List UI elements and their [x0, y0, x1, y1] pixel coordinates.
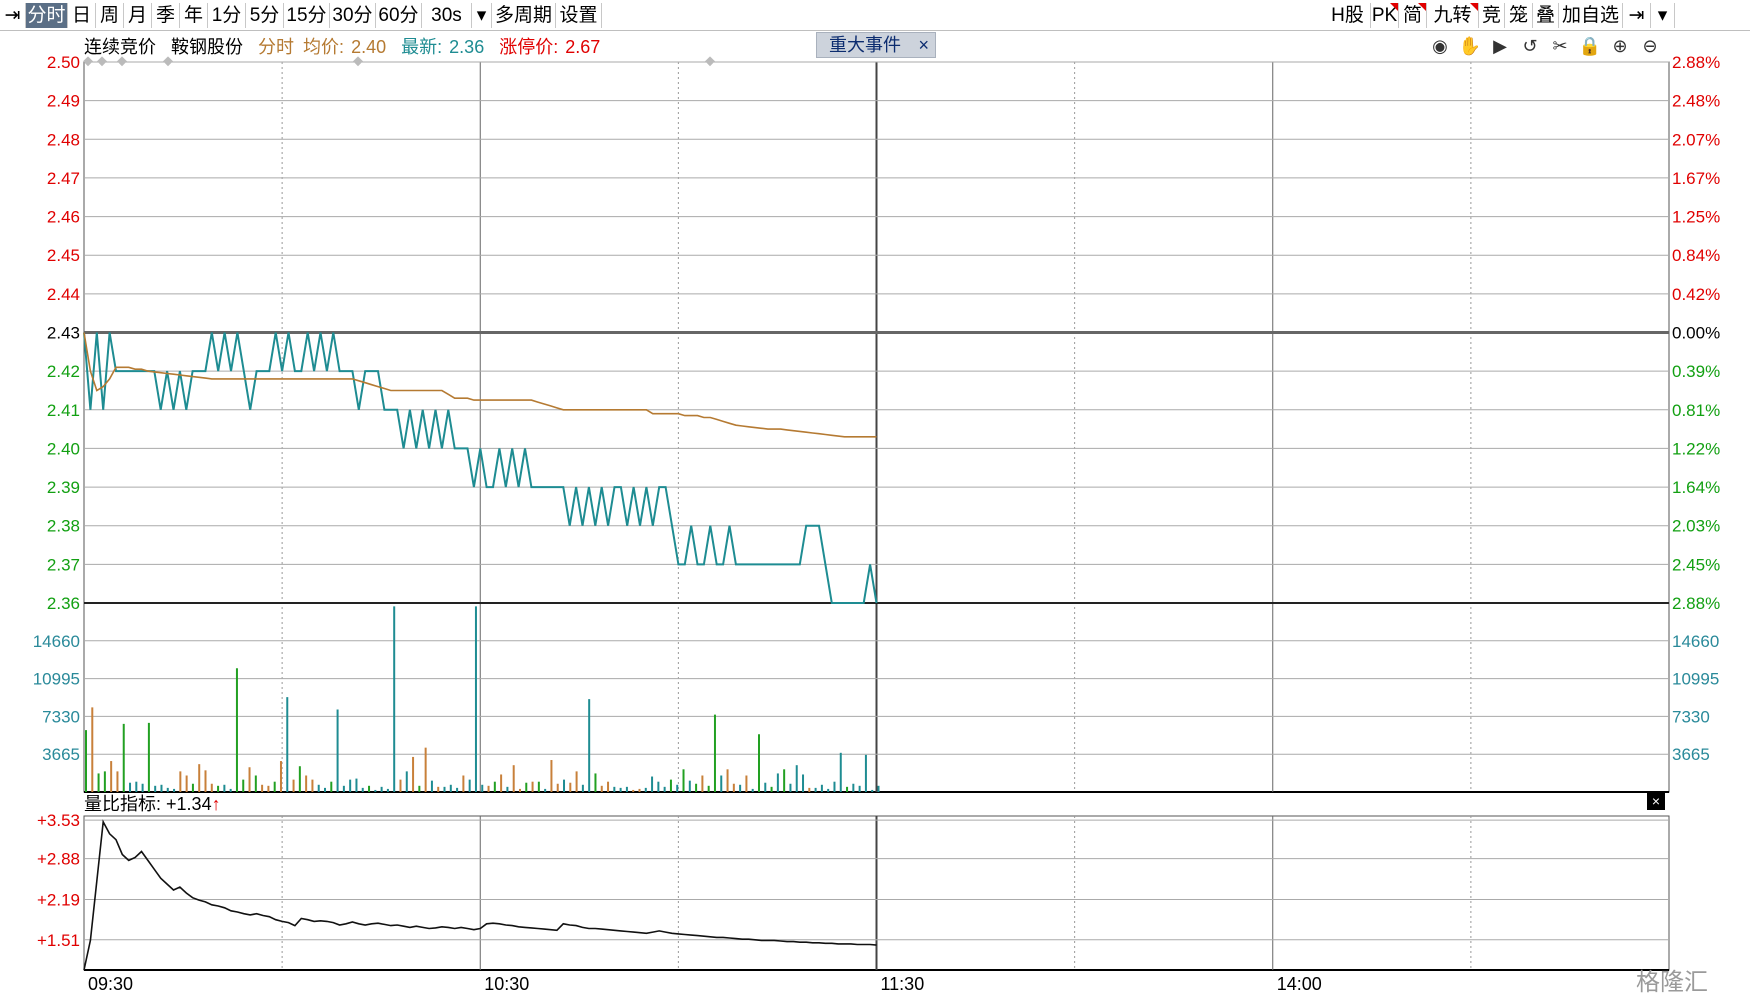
y-tick-label: 2.36: [47, 594, 80, 613]
y-tick-label: 2.45: [47, 246, 80, 265]
y-tick-label: 2.43: [47, 324, 80, 343]
y-tick-label-right: 0.81%: [1672, 401, 1720, 420]
y-tick-label: 2.37: [47, 555, 80, 574]
y-tick-label-right: 0.00%: [1672, 324, 1720, 343]
event-marker: [705, 56, 715, 67]
y-tick-label: 2.47: [47, 169, 80, 188]
event-marker: [353, 56, 363, 67]
y-tick-label-right: 1.64%: [1672, 478, 1720, 497]
x-tick-label: 09:30: [88, 974, 133, 994]
y-tick-label-right: 2.45%: [1672, 555, 1720, 574]
y-tick-label-right: 2.03%: [1672, 517, 1720, 536]
event-marker: [83, 56, 93, 67]
volume-tick-label-right: 7330: [1672, 707, 1710, 726]
volume-tick-label-right: 14660: [1672, 632, 1719, 651]
volume-tick-label: 10995: [33, 670, 80, 689]
y-tick-label-right: 1.22%: [1672, 439, 1720, 458]
event-marker: [117, 56, 127, 67]
y-tick-label-right: 2.48%: [1672, 92, 1720, 111]
event-marker: [163, 56, 173, 67]
y-tick-label-right: 2.88%: [1672, 53, 1720, 72]
volume-tick-label-right: 10995: [1672, 670, 1719, 689]
y-tick-label: 2.38: [47, 517, 80, 536]
y-tick-label: 2.39: [47, 478, 80, 497]
y-tick-label-right: 0.42%: [1672, 285, 1720, 304]
ratio-tick-label: +1.51: [37, 931, 80, 950]
x-tick-label: 11:30: [881, 974, 925, 994]
y-tick-label: 2.40: [47, 439, 80, 458]
y-tick-label: 2.50: [47, 53, 80, 72]
indicator-arrow: ↑: [211, 794, 221, 814]
y-tick-label-right: 0.84%: [1672, 246, 1720, 265]
indicator-name: 量比指标:: [84, 794, 162, 814]
y-tick-label: 2.48: [47, 130, 80, 149]
x-tick-label: 10:30: [484, 974, 529, 994]
event-marker: [97, 56, 107, 67]
y-tick-label-right: 0.39%: [1672, 362, 1720, 381]
y-tick-label: 2.46: [47, 208, 80, 227]
y-tick-label: 2.41: [47, 401, 80, 420]
ratio-tick-label: +2.88: [37, 850, 80, 869]
close-icon[interactable]: ×: [1647, 792, 1665, 810]
y-tick-label: 2.44: [47, 285, 80, 304]
indicator-value: +1.34: [166, 794, 212, 814]
ratio-tick-label: +2.19: [37, 891, 80, 910]
y-tick-label-right: 1.67%: [1672, 169, 1720, 188]
volume-tick-label-right: 3665: [1672, 745, 1710, 764]
y-tick-label: 2.49: [47, 92, 80, 111]
x-tick-label: 14:00: [1277, 974, 1322, 994]
indicator-label: 量比指标: +1.34↑: [84, 792, 221, 816]
volume-tick-label: 7330: [42, 707, 80, 726]
y-tick-label: 2.42: [47, 362, 80, 381]
intraday-chart: 2.50 2.88% 2.49 2.48% 2.48 2.07% 2.47 1.67% 2.46…: [33, 53, 1720, 994]
watermark: 格隆汇: [1636, 969, 1708, 996]
y-tick-label-right: 2.07%: [1672, 130, 1720, 149]
volume-tick-label: 3665: [42, 745, 80, 764]
volume-tick-label: 14660: [33, 632, 80, 651]
y-tick-label-right: 2.88%: [1672, 594, 1720, 613]
ratio-tick-label: +3.53: [37, 811, 80, 830]
y-tick-label-right: 1.25%: [1672, 208, 1720, 227]
